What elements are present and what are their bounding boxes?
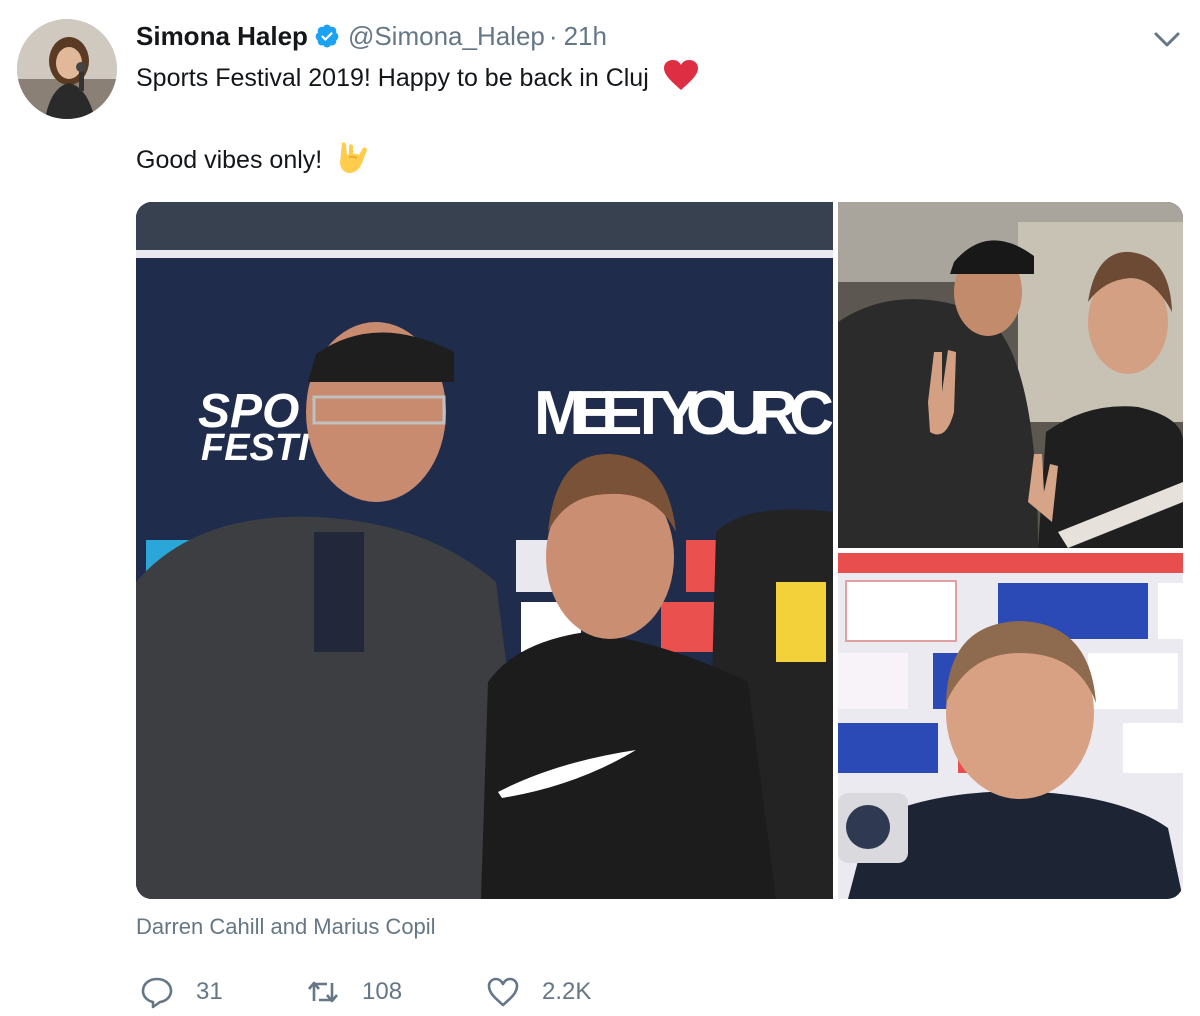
display-name[interactable]: Simona Halep — [136, 21, 308, 52]
photo-car[interactable] — [838, 202, 1183, 548]
retweet-button[interactable]: 108 — [306, 975, 486, 1009]
tweet-header: Simona Halep @Simona_Halep · 21h — [136, 18, 607, 54]
tweet-text-1: Sports Festival 2019! Happy to be back i… — [136, 63, 649, 92]
chevron-down-icon[interactable] — [1150, 26, 1184, 52]
photo-banner-text: MEET YOUR C — [534, 379, 833, 448]
verified-icon — [315, 24, 339, 48]
photo-logo-text-2: FESTI — [201, 427, 310, 469]
retweet-icon — [308, 981, 338, 1003]
reply-icon — [141, 977, 173, 1009]
heart-emoji-icon — [663, 59, 699, 98]
user-handle[interactable]: @Simona_Halep — [348, 21, 545, 52]
media-caption[interactable]: Darren Cahill and Marius Copil — [136, 914, 436, 940]
tweet-media-grid: SPO FESTI MEET YOUR C — [136, 202, 1183, 899]
avatar[interactable] — [17, 19, 117, 119]
tweet-timestamp[interactable]: 21h — [564, 21, 607, 52]
rock-hand-emoji-icon — [336, 139, 370, 182]
tweet-text-line-1: Sports Festival 2019! Happy to be back i… — [136, 58, 699, 98]
tweet-text-line-2: Good vibes only! — [136, 140, 370, 180]
like-button[interactable]: 2.2K — [486, 975, 591, 1009]
reply-button[interactable]: 31 — [140, 975, 306, 1009]
tweet-actions: 31 108 2.2K — [140, 972, 591, 1012]
photo-press[interactable] — [838, 553, 1183, 899]
tweet-text-2: Good vibes only! — [136, 145, 323, 174]
separator-dot: · — [548, 20, 558, 51]
like-count: 2.2K — [542, 978, 592, 1005]
photo-main[interactable]: SPO FESTI MEET YOUR C — [136, 202, 833, 899]
retweet-count: 108 — [362, 978, 403, 1005]
like-icon — [487, 977, 519, 1007]
reply-count: 31 — [196, 978, 223, 1005]
